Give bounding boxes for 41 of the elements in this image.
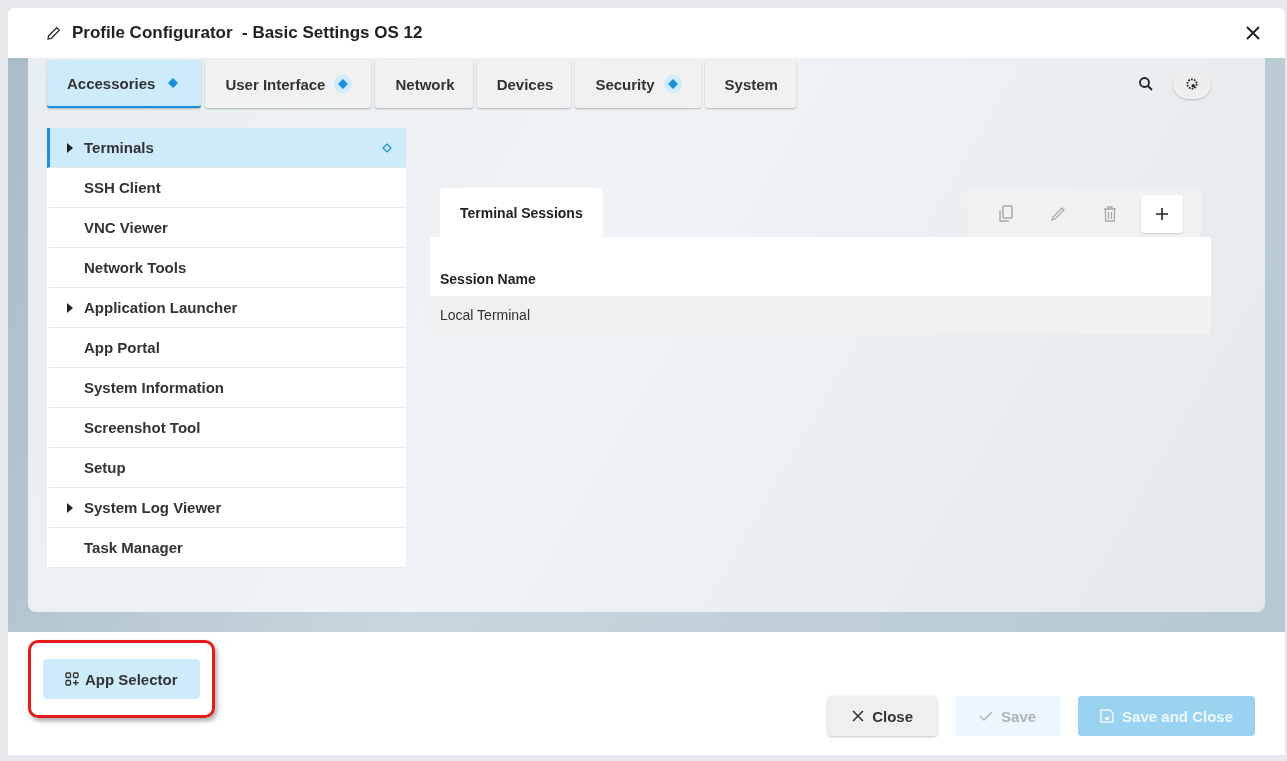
- tab[interactable]: Accessories: [47, 60, 202, 108]
- tab[interactable]: System: [704, 60, 796, 108]
- trash-icon: [1103, 206, 1117, 222]
- pencil-icon: [1050, 206, 1066, 222]
- sidebar-item[interactable]: Task Manager: [47, 528, 406, 568]
- gear-eye-icon: [1185, 77, 1199, 91]
- window-title: Profile Configurator - Basic Settings OS 12: [72, 23, 424, 43]
- table-row[interactable]: Local Terminal: [430, 296, 1211, 334]
- sidebar-item[interactable]: SSH Client: [47, 168, 406, 208]
- pencil-icon: [46, 25, 62, 41]
- search-icon[interactable]: [1137, 75, 1155, 93]
- sidebar-item[interactable]: Screenshot Tool: [47, 408, 406, 448]
- tab[interactable]: User Interface: [205, 60, 372, 108]
- tab[interactable]: Network: [375, 60, 473, 108]
- sidebar-item[interactable]: VNC Viewer: [47, 208, 406, 248]
- sidebar-item[interactable]: Setup: [47, 448, 406, 488]
- table-cell: Local Terminal: [440, 307, 530, 323]
- caret-icon: [66, 142, 74, 153]
- caret-icon: [66, 502, 74, 513]
- add-button[interactable]: [1141, 195, 1183, 233]
- close-dialog-button[interactable]: Close: [828, 696, 938, 736]
- sidebar-item[interactable]: System Log Viewer: [47, 488, 406, 528]
- close-icon: [852, 710, 865, 722]
- sidebar-item[interactable]: Network Tools: [47, 248, 406, 288]
- sidebar-item[interactable]: App Portal: [47, 328, 406, 368]
- tab[interactable]: Devices: [476, 60, 572, 108]
- diamond-outline-icon: [382, 142, 392, 153]
- column-header: Session Name: [440, 271, 536, 287]
- caret-icon: [66, 302, 74, 313]
- app-selector-button[interactable]: App Selector: [43, 659, 200, 699]
- close-icon: [1245, 25, 1261, 41]
- panel-tab[interactable]: Terminal Sessions: [440, 188, 603, 237]
- sidebar-item[interactable]: System Information: [47, 368, 406, 408]
- sidebar-item[interactable]: Application Launcher: [47, 288, 406, 328]
- sidebar-item[interactable]: Terminals: [47, 128, 406, 168]
- grid-plus-icon: [65, 672, 79, 686]
- plus-icon: [1155, 207, 1169, 221]
- copy-icon: [998, 205, 1014, 223]
- tab[interactable]: Security: [575, 60, 701, 108]
- check-icon: [979, 710, 994, 722]
- gear-eye-button[interactable]: [1173, 69, 1211, 99]
